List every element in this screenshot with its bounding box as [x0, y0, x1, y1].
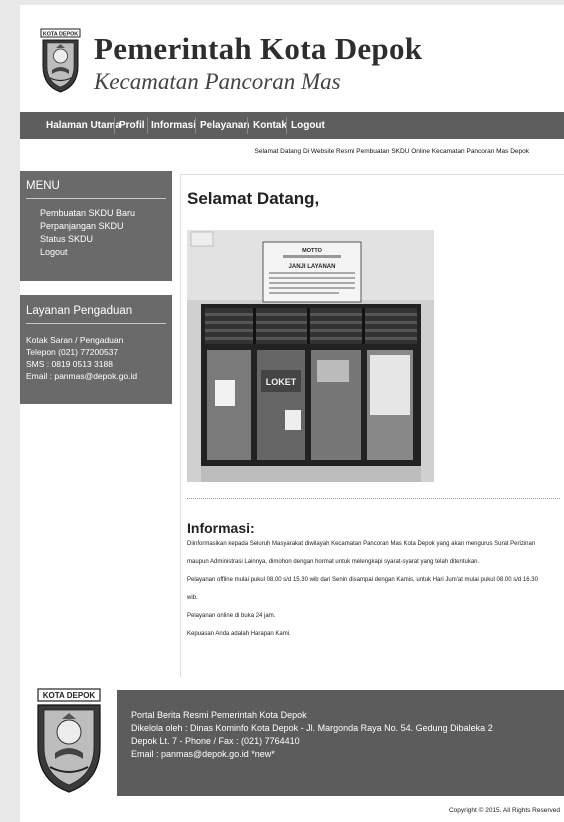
- photo-sign-motto: MOTTO: [302, 248, 322, 254]
- nav-item-kontak[interactable]: Kontak: [253, 112, 287, 139]
- nav-divider: [147, 117, 148, 134]
- nav-item-profil[interactable]: Profil: [119, 112, 145, 139]
- footer-portal-text: Portal Berita Resmi Pemerintah Kota Depo…: [131, 710, 307, 720]
- main-nav: Halaman Utama Profil Informasi Pelayanan…: [20, 112, 564, 139]
- menu-item-logout[interactable]: Logout: [40, 247, 68, 257]
- footer-phone-text: Depok Lt. 7 - Phone / Fax : (021) 776441…: [131, 736, 300, 746]
- kota-depok-logo[interactable]: KOTA DEPOK: [38, 28, 83, 94]
- footer-logo-label: KOTA DEPOK: [43, 691, 96, 700]
- main-content: Selamat Datang, MOTTO JANJI LAYANAN LOKE…: [180, 174, 564, 677]
- nav-item-logout[interactable]: Logout: [291, 112, 325, 139]
- footer: KOTA DEPOK Portal Berita Resmi Pemerinta…: [20, 685, 564, 797]
- page: KOTA DEPOK Pemerintah Kota Depok Kecamat…: [20, 5, 564, 822]
- layanan-divider: [26, 323, 166, 324]
- nav-divider: [286, 117, 287, 134]
- marquee-text: Selamat Datang Di Website Resmi Pembuata…: [254, 148, 529, 155]
- informasi-heading: Informasi:: [187, 520, 255, 536]
- nav-divider: [114, 117, 115, 134]
- footer-email-text: Email : panmas@depok.go.id *new*: [131, 749, 275, 759]
- welcome-heading: Selamat Datang,: [187, 189, 320, 208]
- menu-divider: [26, 198, 166, 199]
- nav-item-halaman-utama[interactable]: Halaman Utama: [46, 112, 121, 139]
- sms-text: SMS : 0819 0513 3188: [26, 359, 113, 369]
- site-title: Pemerintah Kota Depok: [94, 31, 423, 66]
- header: KOTA DEPOK Pemerintah Kota Depok Kecamat…: [20, 5, 564, 110]
- info-paragraph: wib.: [187, 595, 198, 601]
- footer-pengelola-text: Dikelola oleh : Dinas Kominfo Kota Depok…: [131, 723, 493, 733]
- nav-item-pelayanan[interactable]: Pelayanan: [200, 112, 249, 139]
- copyright: Copyright © 2015. All Rights Reserved: [448, 807, 560, 814]
- info-paragraph: Diinformasikan kepada Seluruh Masyarakat…: [187, 541, 536, 547]
- sidebar-layanan-pengaduan: Layanan Pengaduan Kotak Saran / Pengadua…: [20, 295, 172, 404]
- menu-item-perpanjangan-skdu[interactable]: Perpanjangan SKDU: [40, 221, 124, 231]
- menu-item-status-skdu[interactable]: Status SKDU: [40, 234, 93, 244]
- site-subtitle: Kecamatan Pancoran Mas: [94, 69, 341, 94]
- info-paragraph: Kepuasan Anda adalah Harapan Kami.: [187, 631, 291, 637]
- sidebar-menu: MENU Pembuatan SKDU Baru Perpanjangan SK…: [20, 171, 172, 281]
- info-paragraph: Pelayanan online di buka 24 jam.: [187, 613, 276, 619]
- welcome-marquee: Selamat Datang Di Website Resmi Pembuata…: [20, 148, 564, 155]
- email-text: Email : panmas@depok.go.id: [26, 371, 138, 381]
- menu-item-pembuatan-skdu-baru[interactable]: Pembuatan SKDU Baru: [40, 208, 135, 218]
- nav-divider: [247, 117, 248, 134]
- content-divider: [187, 498, 560, 499]
- layanan-title: Layanan Pengaduan: [26, 305, 133, 317]
- logo-label: KOTA DEPOK: [43, 31, 78, 37]
- telepon-text: Telepon (021) 77200537: [26, 347, 119, 357]
- kotak-saran-text: Kotak Saran / Pengaduan: [26, 335, 124, 345]
- nav-item-informasi[interactable]: Informasi: [151, 112, 196, 139]
- info-paragraph: maupun Administrasi Lainnya, dimohon den…: [187, 559, 480, 565]
- info-paragraph: Pelayanan offline mulai pukul 08.00 s/d …: [187, 577, 538, 583]
- service-counter-photo: MOTTO JANJI LAYANAN LOKET: [187, 230, 434, 482]
- menu-title: MENU: [26, 180, 60, 192]
- footer-info: Portal Berita Resmi Pemerintah Kota Depo…: [117, 690, 564, 796]
- photo-sign-loket: LOKET: [266, 377, 297, 387]
- nav-divider: [195, 117, 196, 134]
- footer-kota-depok-logo: KOTA DEPOK: [37, 688, 101, 793]
- photo-sign-janji: JANJI LAYANAN: [289, 264, 336, 270]
